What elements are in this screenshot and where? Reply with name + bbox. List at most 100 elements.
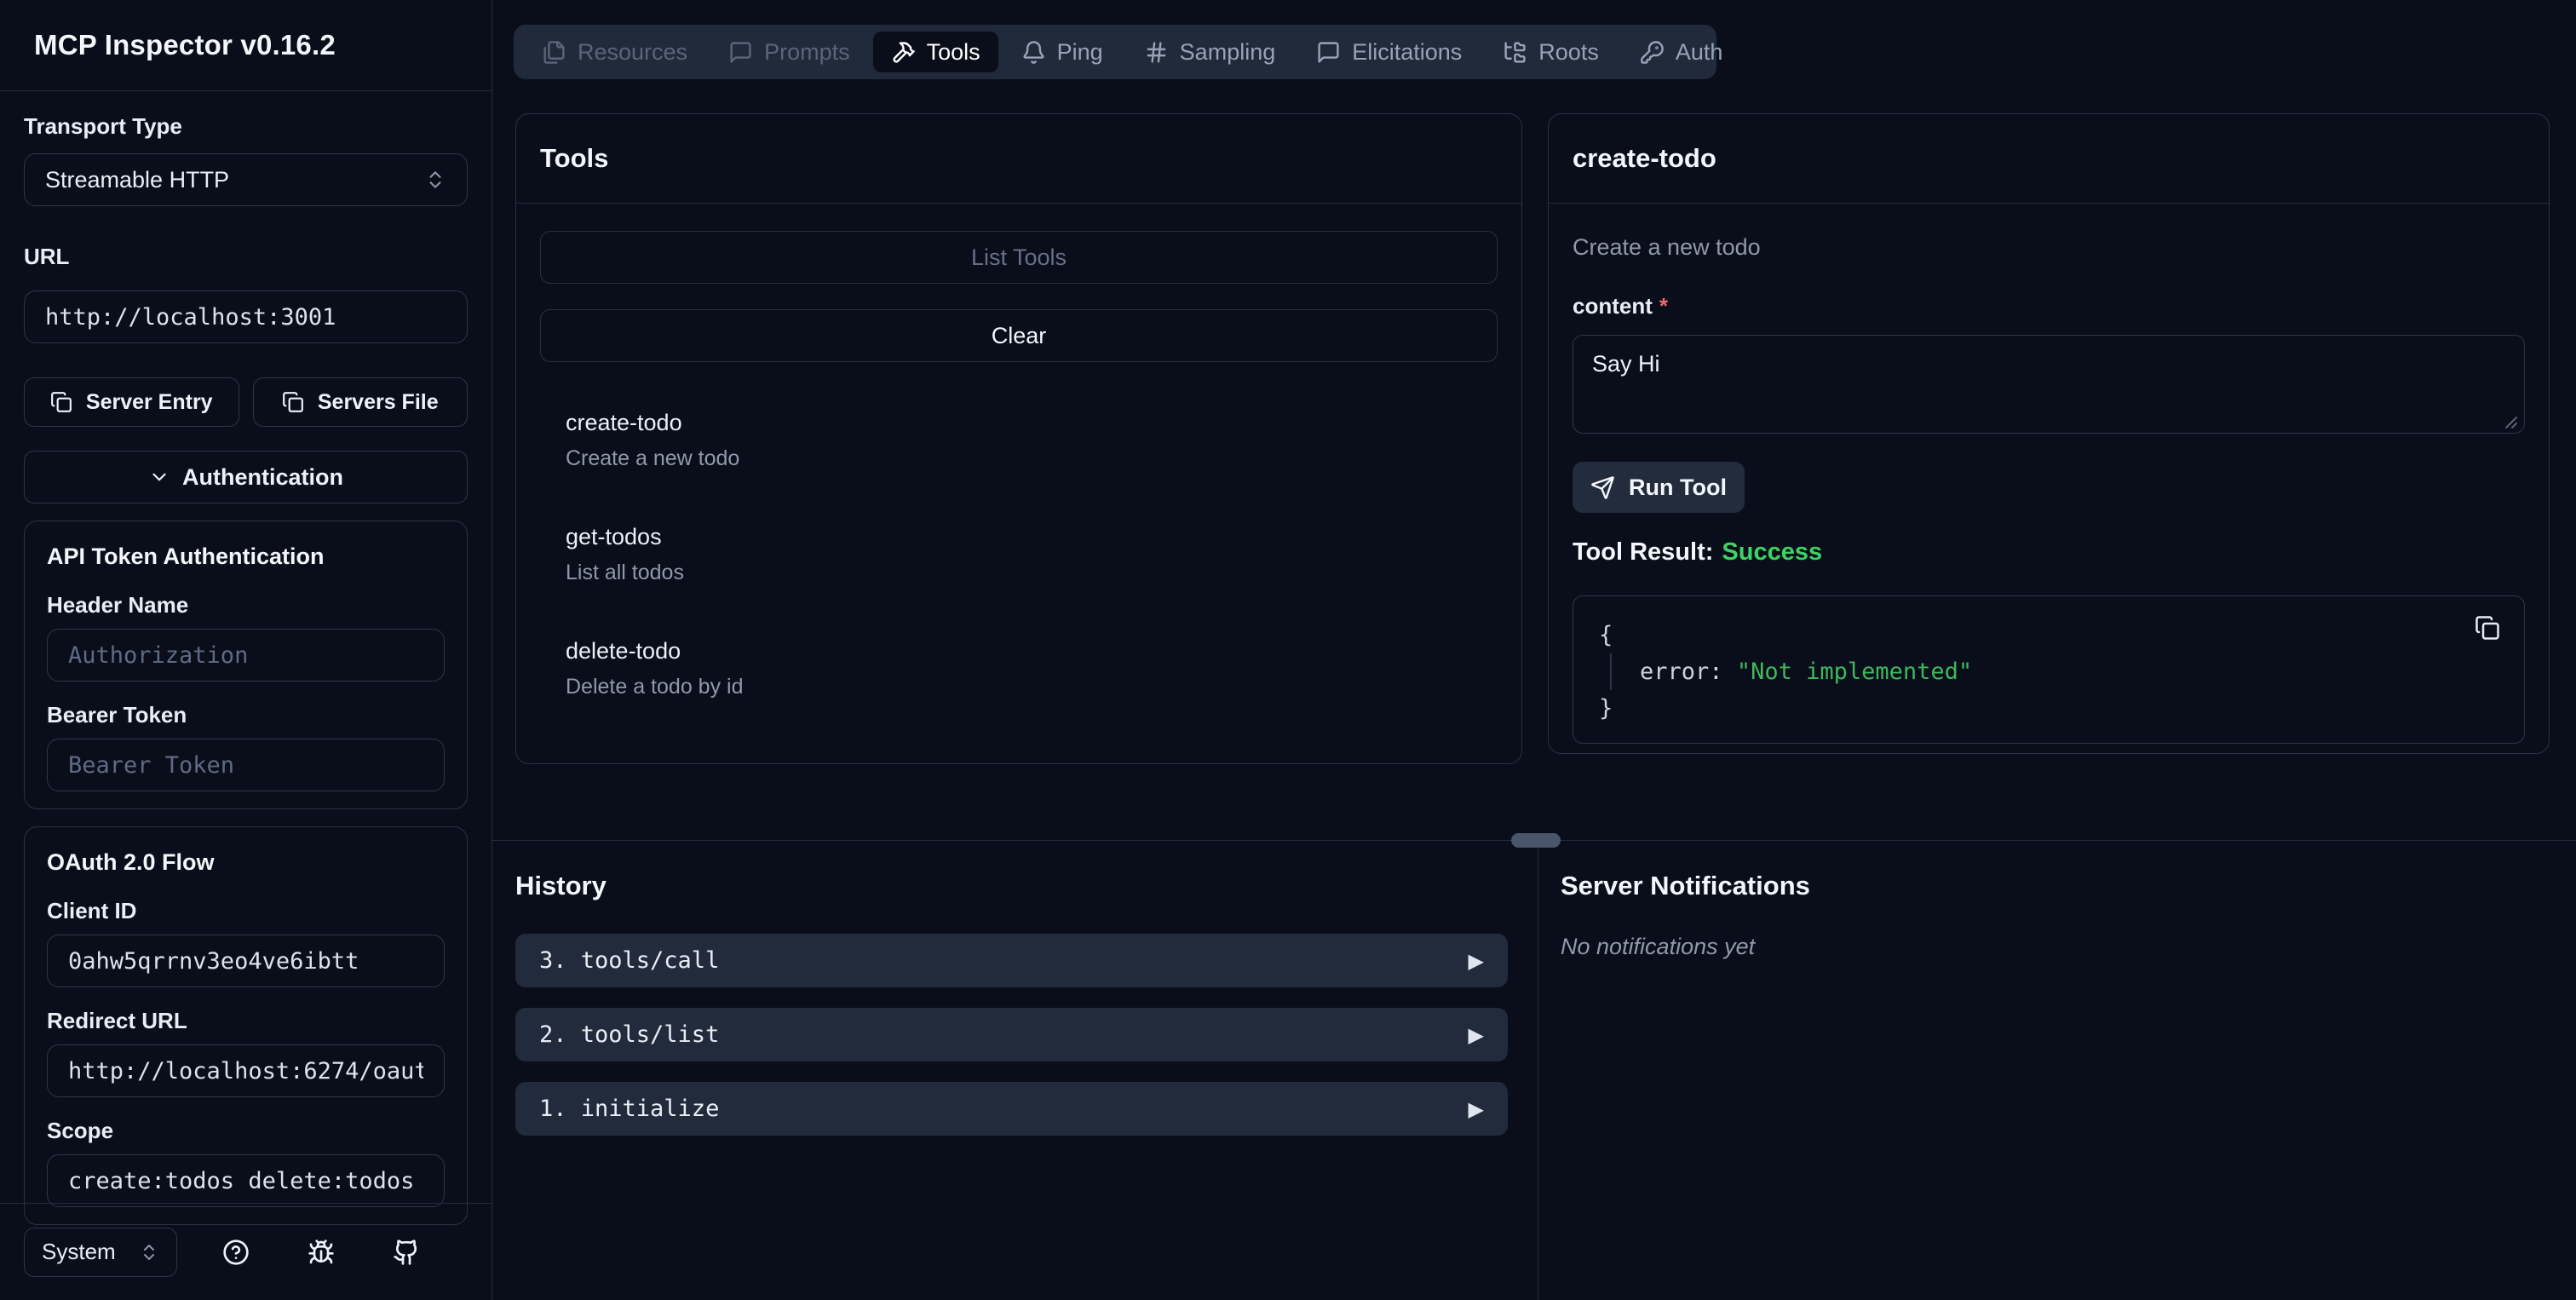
required-asterisk: * (1659, 293, 1669, 319)
chevrons-up-down-icon (424, 169, 446, 191)
history-item-label: 2. tools/list (539, 1021, 720, 1048)
tools-panel-header: Tools (516, 114, 1521, 204)
tool-item-get-todos[interactable]: get-todos List all todos (540, 514, 1498, 585)
server-notifications-title: Server Notifications (1561, 871, 1810, 900)
tools-panel-body: List Tools Clear create-todo Create a ne… (516, 204, 1521, 699)
history-item[interactable]: 3. tools/call ▶ (515, 934, 1508, 987)
help-icon[interactable] (222, 1239, 250, 1266)
theme-select-value: System (42, 1239, 116, 1264)
server-notifications-empty: No notifications yet (1561, 934, 1756, 959)
tab-ping[interactable]: Ping (1003, 32, 1121, 72)
tab-elicitations[interactable]: Elicitations (1298, 32, 1480, 72)
tool-result-line: Tool Result: Success (1573, 538, 2525, 567)
redirect-url-input[interactable] (47, 1044, 445, 1097)
sidebar-header: MCP Inspector v0.16.2 (0, 0, 492, 91)
oauth-title: OAuth 2.0 Flow (47, 849, 215, 875)
resize-handle-icon[interactable] (2504, 416, 2518, 429)
tool-runner-body: Create a new todo content * Say Hi Run To… (1549, 204, 2549, 744)
content-field-wrap: Say Hi (1573, 335, 2525, 438)
copy-buttons-row: Server Entry Servers File (24, 377, 468, 427)
panel-resize-handle[interactable] (1511, 833, 1561, 848)
history-item-label: 3. tools/call (539, 947, 720, 974)
tab-resources: Resources (524, 32, 705, 72)
tabbar: Resources Prompts Tools Ping Sampling El… (514, 25, 1722, 79)
tools-panel-title: Tools (540, 143, 609, 173)
tab-sampling[interactable]: Sampling (1126, 32, 1294, 72)
run-tool-button[interactable]: Run Tool (1573, 462, 1745, 513)
tool-runner-panel: create-todo Create a new todo content * S… (1548, 113, 2550, 754)
key-icon (1640, 40, 1665, 65)
bug-icon[interactable] (308, 1239, 335, 1266)
hash-icon (1144, 40, 1169, 65)
theme-select[interactable]: System (24, 1227, 177, 1277)
oauth-card: OAuth 2.0 Flow Client ID Redirect URL Sc… (24, 826, 468, 1225)
url-input[interactable] (24, 290, 468, 343)
header-name-input[interactable] (47, 629, 445, 682)
files-icon (542, 40, 566, 65)
copy-result-button[interactable] (2475, 615, 2500, 641)
transport-select[interactable]: Streamable HTTP (24, 153, 468, 206)
url-label: URL (24, 244, 70, 269)
result-json-box: { error: "Not implemented" } (1573, 595, 2525, 744)
clear-button[interactable]: Clear (540, 309, 1498, 362)
send-icon (1590, 475, 1615, 500)
list-tools-button: List Tools (540, 231, 1498, 284)
tool-name: create-todo (566, 410, 682, 435)
history-item[interactable]: 2. tools/list ▶ (515, 1008, 1508, 1061)
bearer-token-input[interactable] (47, 739, 445, 791)
list-tools-label: List Tools (970, 244, 1067, 270)
tool-runner-header: create-todo (1549, 114, 2549, 204)
authentication-toggle[interactable]: Authentication (24, 451, 468, 503)
transport-type-label: Transport Type (24, 113, 182, 139)
clear-label: Clear (991, 322, 1047, 348)
tool-description: Delete a todo by id (566, 675, 744, 699)
caret-right-icon: ▶ (1468, 1022, 1484, 1047)
run-tool-label: Run Tool (1629, 474, 1727, 500)
redirect-url-label: Redirect URL (47, 1008, 187, 1033)
api-token-title: API Token Authentication (47, 544, 325, 569)
server-entry-button[interactable]: Server Entry (24, 377, 239, 427)
tab-label: Prompts (764, 38, 850, 65)
tool-item-delete-todo[interactable]: delete-todo Delete a todo by id (540, 628, 1498, 699)
content-textarea[interactable]: Say Hi (1573, 335, 2525, 434)
folder-tree-icon (1503, 40, 1527, 65)
history-item[interactable]: 1. initialize ▶ (515, 1082, 1508, 1136)
caret-right-icon: ▶ (1468, 1096, 1484, 1121)
history-list: 3. tools/call ▶ 2. tools/list ▶ 1. initi… (515, 934, 1508, 1156)
tool-item-create-todo[interactable]: create-todo Create a new todo (540, 400, 1498, 471)
servers-file-button[interactable]: Servers File (252, 377, 468, 427)
scope-input[interactable] (47, 1154, 445, 1207)
tool-runner-description: Create a new todo (1573, 234, 1761, 260)
history-title: History (515, 871, 607, 900)
tab-label: Elicitations (1352, 38, 1463, 65)
sidebar-footer: System (0, 1203, 492, 1300)
client-id-input[interactable] (47, 935, 445, 987)
app-title: MCP Inspector v0.16.2 (34, 29, 336, 60)
tool-result-status: Success (1722, 538, 1823, 566)
tab-label: Auth (1675, 38, 1723, 65)
tab-roots[interactable]: Roots (1485, 32, 1617, 72)
transport-select-value: Streamable HTTP (45, 166, 230, 193)
copy-icon (50, 391, 72, 413)
footer-icons (222, 1239, 420, 1266)
github-icon[interactable] (393, 1239, 420, 1266)
tool-runner-title: create-todo (1573, 143, 1716, 173)
sidebar-body: Transport Type Streamable HTTP URL Serve… (0, 113, 492, 1225)
header-name-label: Header Name (47, 592, 189, 618)
tool-result-label: Tool Result: (1573, 538, 1714, 566)
api-token-card: API Token Authentication Header Name Bea… (24, 521, 468, 809)
server-entry-label: Server Entry (85, 389, 213, 414)
tab-label: Ping (1056, 38, 1103, 65)
caret-right-icon: ▶ (1468, 948, 1484, 973)
json-close-brace: } (1599, 695, 1613, 722)
hammer-icon (891, 40, 916, 65)
tab-tools[interactable]: Tools (872, 32, 998, 72)
tab-label: Resources (578, 38, 688, 65)
tab-auth[interactable]: Auth (1622, 32, 1741, 72)
json-error-line: error: "Not implemented" (1610, 653, 2498, 690)
message-square-icon (728, 40, 753, 65)
tab-label: Roots (1538, 38, 1599, 65)
tool-name: get-todos (566, 524, 662, 549)
tool-description: Create a new todo (566, 446, 740, 470)
authentication-label: Authentication (182, 463, 343, 490)
